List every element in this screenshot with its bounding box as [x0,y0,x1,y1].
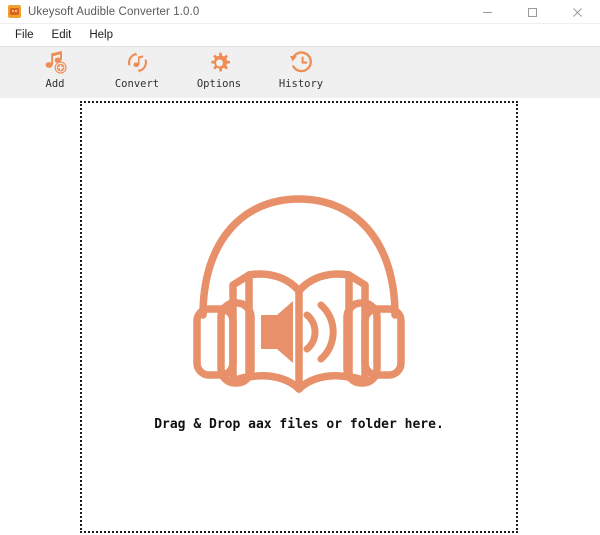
menu-item-file[interactable]: File [6,27,43,43]
minimize-icon [483,11,492,13]
menu-item-edit[interactable]: Edit [43,27,81,43]
window-controls [465,0,600,24]
toolbar-button-options[interactable]: Options [178,47,260,97]
menu-item-help[interactable]: Help [80,27,122,43]
clock-history-icon [288,49,314,75]
music-note-add-icon [42,49,68,75]
toolbar-button-convert[interactable]: Convert [96,47,178,97]
file-dropzone[interactable]: Drag & Drop aax files or folder here. [80,101,518,533]
convert-refresh-note-icon [124,49,150,75]
toolbar-label-history: History [278,78,324,90]
app-window: Ukeysoft Audible Converter 1.0.0 File Ed… [0,0,600,535]
main-content: Drag & Drop aax files or folder here. [0,98,600,535]
app-logo-icon [8,5,21,18]
menu-bar: File Edit Help [0,24,600,46]
close-icon [573,7,582,17]
toolbar-button-history[interactable]: History [260,47,342,97]
close-button[interactable] [555,0,600,24]
gear-icon [206,49,232,75]
toolbar-label-options: Options [196,78,242,90]
toolbar-label-convert: Convert [114,78,160,90]
headphones-audiobook-icon [191,191,407,397]
toolbar-button-add[interactable]: Add [14,47,96,97]
toolbar: Add Convert Options History [0,46,600,98]
maximize-button[interactable] [510,0,555,24]
minimize-button[interactable] [465,0,510,24]
title-bar: Ukeysoft Audible Converter 1.0.0 [0,0,600,24]
maximize-icon [528,7,537,17]
window-title: Ukeysoft Audible Converter 1.0.0 [28,5,200,18]
toolbar-label-add: Add [45,78,65,90]
dropzone-message: Drag & Drop aax files or folder here. [154,417,444,432]
